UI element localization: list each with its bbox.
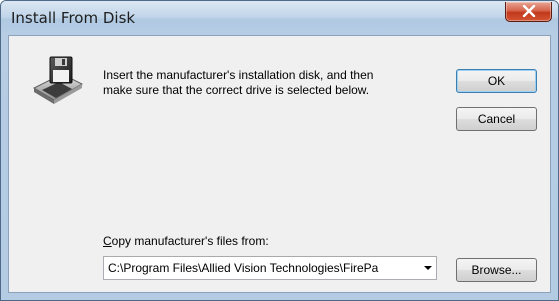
dialog-body: Insert the manufacturer's installation d…: [8, 35, 551, 293]
browse-button[interactable]: Browse...: [456, 258, 537, 282]
chevron-down-icon[interactable]: [424, 266, 432, 270]
instruction-line-2: make sure that the correct drive is sele…: [103, 83, 370, 97]
close-button[interactable]: [505, 2, 552, 22]
close-icon: [522, 5, 536, 17]
copy-from-label: Copy manufacturer's files from:: [103, 234, 269, 248]
instruction-line-1: Insert the manufacturer's installation d…: [103, 68, 374, 82]
copy-from-label-text: opy manufacturer's files from:: [111, 234, 269, 248]
copy-from-label-accelerator: C: [103, 234, 112, 248]
title-bar[interactable]: Install From Disk: [1, 1, 558, 35]
instruction-text: Insert the manufacturer's installation d…: [103, 68, 443, 98]
ok-button[interactable]: OK: [456, 69, 537, 93]
copy-from-path-value[interactable]: C:\Program Files\Allied Vision Technolog…: [108, 261, 414, 275]
cancel-button[interactable]: Cancel: [456, 107, 537, 131]
floppy-disk-drive-icon: [32, 56, 84, 104]
copy-from-path-combobox[interactable]: C:\Program Files\Allied Vision Technolog…: [103, 256, 437, 280]
window-title: Install From Disk: [11, 9, 136, 27]
install-from-disk-dialog: Install From Disk Insert the manufacture…: [0, 0, 559, 301]
